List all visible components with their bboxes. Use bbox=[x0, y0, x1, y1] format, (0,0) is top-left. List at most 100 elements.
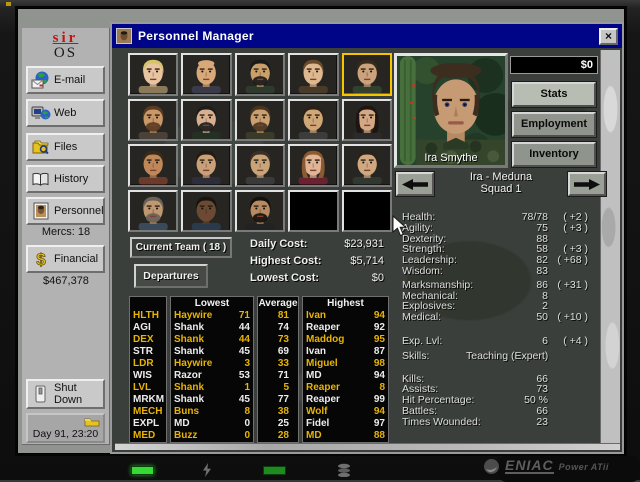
mugshot-cell[interactable] bbox=[234, 98, 286, 141]
compare-stat-name: DEX bbox=[133, 334, 154, 345]
shutdown-button-label: Shut Down bbox=[54, 382, 83, 406]
highest-cost-row: Highest Cost: $5,714 bbox=[250, 255, 384, 272]
stat-row: Times Wounded: 23 bbox=[402, 416, 588, 428]
mugshot-cell[interactable] bbox=[181, 53, 232, 96]
hdd-led-icon bbox=[263, 466, 286, 475]
highest-value: 95 bbox=[373, 334, 385, 345]
compare-lowest-row: Haywire 3 bbox=[171, 358, 253, 370]
tab-stats[interactable]: Stats bbox=[511, 81, 597, 108]
highest-merc-name: Reaper bbox=[306, 382, 340, 393]
eniac-logo-icon bbox=[484, 459, 499, 474]
lowest-cost-value: $0 bbox=[371, 272, 384, 284]
history-button-label: History bbox=[54, 173, 89, 185]
stat-row: Agility: 75( +3 ) bbox=[402, 222, 588, 234]
stat-row: Strength: 58( +3 ) bbox=[402, 243, 588, 255]
email-button[interactable]: E-mail bbox=[26, 66, 105, 94]
mugshot-cell[interactable] bbox=[288, 98, 339, 141]
mugshot-cell[interactable] bbox=[181, 144, 232, 187]
screen-artifact bbox=[6, 2, 11, 6]
compare-lowest-row: MD 0 bbox=[171, 418, 253, 430]
shutdown-switch-icon bbox=[35, 385, 46, 403]
compare-stat-column: HLTH AGI DEX STR LDR WIS LVL MRKM MECH EXPL MED bbox=[129, 296, 167, 443]
highest-value: 94 bbox=[373, 310, 385, 321]
stat-value: Teaching (Expert) bbox=[466, 349, 549, 362]
mugshot-grid bbox=[128, 53, 392, 232]
compare-lowest-row: Shank 44 bbox=[171, 322, 253, 334]
mugshot-cell-empty bbox=[341, 189, 392, 232]
lowest-value: 53 bbox=[238, 370, 250, 381]
stat-row: Wisdom: 83 bbox=[402, 265, 588, 277]
stat-row: Hit Percentage: 50 % bbox=[402, 394, 588, 406]
highest-merc-name: Ivan bbox=[306, 310, 327, 321]
tab-employment[interactable]: Employment bbox=[511, 111, 597, 138]
departures-button[interactable]: Departures bbox=[134, 264, 208, 288]
mugshot-cell[interactable] bbox=[234, 189, 286, 232]
game-clock: Day 91, 23:20 bbox=[32, 428, 99, 440]
merc-portrait: Ira Smythe bbox=[394, 53, 508, 168]
lowest-merc-name: Shank bbox=[174, 394, 205, 405]
lowest-merc-name: Haywire bbox=[174, 310, 213, 321]
lowest-value: 3 bbox=[244, 358, 250, 369]
sir-os-sidebar: sir OS E-mail Web Files History Personne… bbox=[22, 28, 110, 445]
compare-stat-name: HLTH bbox=[133, 310, 159, 321]
history-button[interactable]: History bbox=[26, 165, 105, 193]
mugshot-cell[interactable] bbox=[341, 144, 392, 187]
lowest-value: 8 bbox=[244, 406, 250, 417]
mugshot-cell[interactable] bbox=[341, 98, 392, 141]
personnel-button-label: Personnel bbox=[54, 205, 104, 217]
shutdown-button[interactable]: Shut Down bbox=[26, 379, 105, 409]
mugshot-cell[interactable] bbox=[234, 53, 286, 96]
sir-os-logo: sir OS bbox=[22, 31, 109, 61]
compare-lowest-row: Shank 1 bbox=[171, 382, 253, 394]
mugshot-cell[interactable] bbox=[128, 98, 179, 141]
mugshot-cell[interactable] bbox=[181, 189, 232, 232]
compare-stat-name: STR bbox=[133, 346, 153, 357]
daily-cost-label: Daily Cost: bbox=[250, 238, 308, 250]
lowest-merc-name: Shank bbox=[174, 334, 205, 345]
next-merc-button[interactable] bbox=[567, 171, 607, 197]
web-button-label: Web bbox=[54, 107, 77, 119]
mugshot-cell[interactable] bbox=[128, 144, 179, 187]
mugshot-cell[interactable] bbox=[181, 98, 232, 141]
stat-label: Medical: bbox=[402, 311, 442, 324]
right-marble-column bbox=[600, 50, 620, 444]
average-value: 81 bbox=[277, 310, 289, 321]
highest-value: 87 bbox=[373, 346, 385, 357]
files-button[interactable]: Files bbox=[26, 133, 105, 161]
close-button[interactable]: × bbox=[599, 27, 618, 45]
financial-button[interactable]: $ Financial bbox=[26, 245, 105, 273]
lowest-cost-label: Lowest Cost: bbox=[250, 272, 320, 284]
average-value: 38 bbox=[277, 406, 289, 417]
lowest-merc-name: Buzz bbox=[174, 430, 198, 441]
highest-merc-name: MD bbox=[306, 430, 322, 441]
highest-merc-name: Reaper bbox=[306, 394, 340, 405]
account-balance-box: $0 bbox=[510, 56, 598, 74]
mugshot-cell[interactable] bbox=[288, 53, 339, 96]
arrow-right-icon bbox=[574, 178, 600, 190]
mugshot-cell[interactable] bbox=[128, 53, 179, 96]
mugshot-cell[interactable] bbox=[288, 144, 339, 187]
highest-value: 8 bbox=[379, 382, 385, 393]
highest-value: 92 bbox=[373, 322, 385, 333]
brand-name: ENIAC bbox=[505, 457, 554, 474]
prev-merc-button[interactable] bbox=[395, 171, 435, 197]
eniac-brand: ENIAC Power ATii bbox=[483, 458, 609, 475]
highest-merc-name: Reaper bbox=[306, 322, 340, 333]
highest-value: 97 bbox=[373, 418, 385, 429]
daily-cost-row: Daily Cost: $23,931 bbox=[250, 238, 384, 255]
personnel-button[interactable]: Personnel bbox=[26, 197, 105, 225]
personnel-manager-window: Personnel Manager × Current Team ( 18 ) … bbox=[112, 24, 622, 452]
mugshot-cell[interactable] bbox=[128, 189, 179, 232]
mugshot-cell[interactable] bbox=[341, 53, 392, 96]
tab-inventory[interactable]: Inventory bbox=[511, 141, 597, 168]
compare-highest-row: Wolf 94 bbox=[303, 406, 388, 418]
email-globe-icon bbox=[31, 71, 49, 89]
mugshot-cell[interactable] bbox=[234, 144, 286, 187]
history-book-icon bbox=[32, 172, 49, 186]
web-button[interactable]: Web bbox=[26, 99, 105, 127]
lowest-merc-name: Buns bbox=[174, 406, 199, 417]
stat-label: Exp. Lvl: bbox=[402, 334, 443, 347]
bottom-marble-strip bbox=[115, 443, 620, 450]
merc-portrait-image bbox=[397, 56, 505, 165]
compare-lowest-row: Razor 53 bbox=[171, 370, 253, 382]
